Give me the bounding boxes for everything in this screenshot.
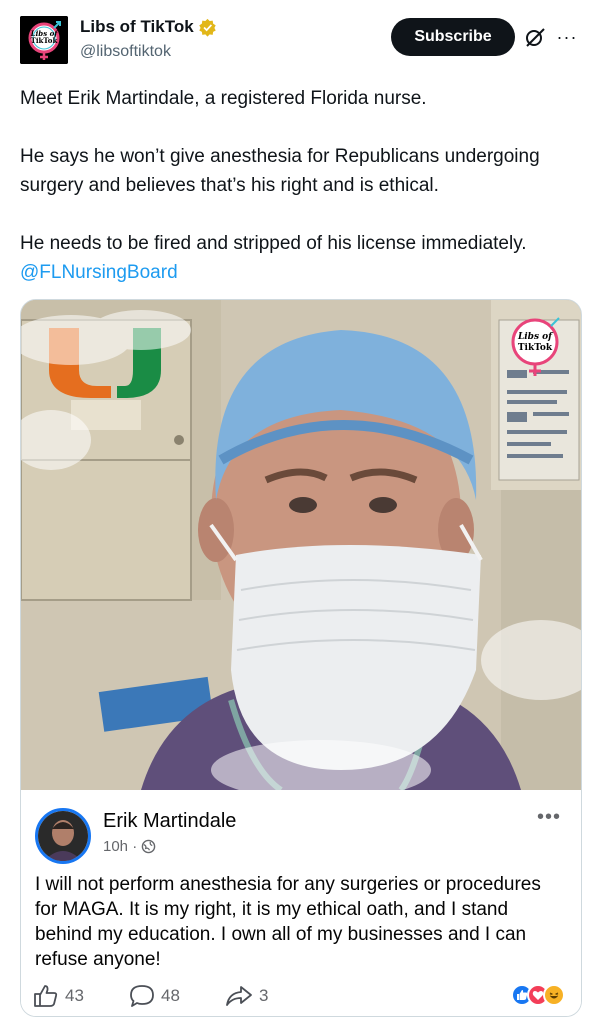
verified-badge-icon[interactable] — [198, 18, 217, 37]
author-display-name[interactable]: Libs of TikTok — [80, 17, 194, 37]
fb-action-bar: 43 48 3 — [33, 984, 573, 1010]
fb-like: 43 — [33, 984, 84, 1008]
more-icon: ••• — [537, 806, 562, 828]
mention-link[interactable]: @FLNursingBoard — [20, 262, 178, 283]
tweet-paragraph: He says he won’t give anesthesia for Rep… — [20, 146, 540, 196]
fb-avatar — [35, 808, 91, 864]
fb-post-time: 10h · — [103, 838, 138, 855]
comment-icon — [130, 985, 154, 1007]
author-handle[interactable]: @libsoftiktok — [80, 43, 171, 61]
fb-author-name: Erik Martindale — [103, 810, 237, 832]
author-name-row: Libs of TikTok — [80, 17, 217, 37]
tweet-paragraph: He needs to be fired and stripped of his… — [20, 233, 527, 254]
fb-comment-count: 48 — [161, 986, 180, 1005]
selfie-photo[interactable]: Libs of TikTok — [21, 300, 581, 790]
fb-share: 3 — [225, 984, 268, 1008]
libs-of-tiktok-logo: Libs of TikTok — [20, 16, 68, 64]
fb-reactions — [511, 984, 565, 1006]
fb-share-count: 3 — [259, 986, 269, 1005]
fb-comment: 48 — [129, 984, 180, 1008]
tweet-paragraph: Meet Erik Martindale, a registered Flori… — [20, 88, 427, 109]
fb-like-count: 43 — [65, 986, 84, 1005]
tweet-text: Meet Erik Martindale, a registered Flori… — [20, 84, 590, 287]
fb-post-text: I will not perform anesthesia for any su… — [35, 874, 541, 970]
author-avatar[interactable]: Libs of TikTok — [20, 16, 68, 64]
svg-text:TikTok: TikTok — [518, 343, 553, 353]
share-icon — [226, 986, 252, 1006]
reaction-haha-icon — [543, 984, 565, 1006]
subscribe-button[interactable]: Subscribe — [391, 18, 515, 56]
globe-icon — [141, 839, 156, 854]
media-card[interactable]: Libs of TikTok Erik Martindale 10h · •••… — [20, 299, 582, 1017]
photo-illustration: Libs of TikTok — [21, 300, 581, 790]
svg-text:TikTok: TikTok — [31, 36, 58, 45]
svg-text:Libs of: Libs of — [517, 332, 554, 342]
more-icon[interactable]: ··· — [555, 26, 579, 48]
like-icon — [34, 985, 58, 1007]
tweet: Libs of TikTok Libs of TikTok @libsoftik… — [0, 0, 606, 1034]
facebook-post: Erik Martindale 10h · ••• I will not per… — [21, 790, 581, 1016]
fb-post-meta: 10h · — [103, 838, 156, 855]
grok-icon[interactable] — [524, 26, 546, 48]
